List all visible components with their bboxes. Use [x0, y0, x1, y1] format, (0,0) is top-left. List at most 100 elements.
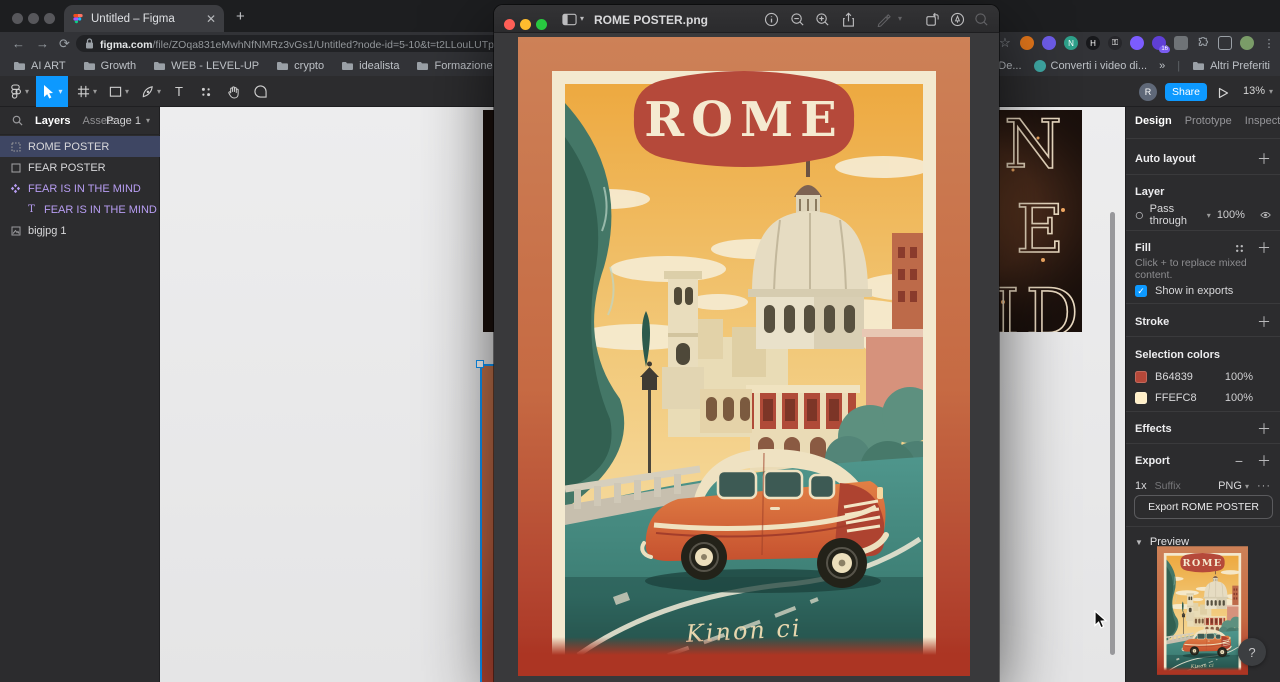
color-hex: FFEFC8	[1155, 392, 1197, 404]
frame-icon	[77, 85, 90, 98]
browser-tab[interactable]: Untitled – Figma ✕	[64, 5, 224, 32]
text-tool[interactable]: T	[168, 76, 190, 107]
export-add-icon[interactable]: ＋	[1257, 451, 1271, 471]
bookmark-item[interactable]: Converti i video di...	[1034, 60, 1148, 72]
selection-color-row[interactable]: B64839100%	[1126, 366, 1280, 387]
selection-color-row[interactable]: FFEFC8100%	[1126, 387, 1280, 408]
dark-h-icon[interactable]: H	[1086, 36, 1100, 50]
bookmark-item[interactable]: Growth	[83, 60, 136, 72]
purple-badge-icon[interactable]: 16	[1152, 36, 1166, 50]
bookmarks-folder[interactable]: Altri Preferiti	[1192, 60, 1270, 72]
forward-icon[interactable]: →	[36, 36, 49, 51]
back-icon[interactable]: ←	[12, 36, 25, 51]
blend-mode-dropdown[interactable]: Pass through	[1150, 203, 1201, 227]
export-format-dropdown[interactable]: PNG ▾	[1218, 480, 1249, 492]
purple-wallet-icon[interactable]	[1042, 36, 1056, 50]
color-swatch[interactable]	[1135, 392, 1147, 404]
bookmark-star-icon[interactable]: ☆	[998, 36, 1012, 50]
resources-tool[interactable]	[194, 76, 218, 107]
comment-tool[interactable]	[248, 76, 272, 107]
export-suffix-input[interactable]	[1155, 480, 1207, 492]
bookmark-item[interactable]: crypto	[276, 60, 324, 72]
share-button[interactable]: Share	[1165, 83, 1207, 101]
visibility-eye-icon[interactable]	[1260, 210, 1271, 220]
color-swatch[interactable]	[1135, 371, 1147, 383]
canvas-scrollbar[interactable]	[1110, 212, 1115, 655]
markup-toolbar-icon[interactable]	[950, 12, 965, 27]
tab-close-icon[interactable]: ✕	[206, 13, 216, 25]
export-more-icon[interactable]: ···	[1257, 480, 1271, 492]
preview-close-button[interactable]	[504, 19, 515, 30]
frame-tool[interactable]: ▾	[72, 76, 102, 107]
tab-inspect[interactable]: Inspect	[1245, 115, 1280, 127]
styles-icon[interactable]	[1234, 243, 1245, 254]
tab-design[interactable]: Design	[1135, 115, 1172, 127]
window-minimize-button[interactable]	[28, 13, 39, 24]
color-hex: B64839	[1155, 371, 1193, 383]
blend-mode-icon[interactable]	[1135, 210, 1144, 221]
preview-collapse-icon[interactable]: ▼	[1135, 538, 1143, 547]
page-selector[interactable]: Page 1▾	[106, 115, 150, 127]
extensions-puzzle-icon[interactable]	[1196, 36, 1210, 50]
layer-row[interactable]: FEAR POSTER	[0, 157, 160, 178]
zoom-level-dropdown[interactable]: 13%▾	[1243, 85, 1273, 97]
bookmark-item[interactable]: WEB - LEVEL-UP	[153, 60, 259, 72]
window-fullscreen-button[interactable]	[44, 13, 55, 24]
metamask-fox-icon[interactable]	[1020, 36, 1034, 50]
bookmark-item[interactable]: AI ART	[13, 60, 66, 72]
window-close-button[interactable]	[12, 13, 23, 24]
export-scale-dropdown[interactable]: 1x	[1135, 480, 1147, 492]
bookmarks-overflow-icon[interactable]: »	[1159, 60, 1165, 72]
layer-row[interactable]: bigjpg 1	[0, 220, 160, 241]
stroke-add-icon[interactable]: ＋	[1257, 312, 1271, 332]
export-remove-icon[interactable]: −	[1235, 453, 1243, 469]
selection-handle[interactable]	[476, 360, 484, 368]
video-tool-icon[interactable]	[1174, 36, 1188, 50]
layer-row[interactable]: ROME POSTER	[0, 136, 160, 157]
zoom-in-icon[interactable]	[815, 12, 830, 27]
share-icon[interactable]	[841, 12, 856, 28]
rotate-icon[interactable]	[925, 12, 940, 27]
browser-menu-icon[interactable]: ⋮	[1262, 36, 1276, 50]
effects-add-icon[interactable]: ＋	[1257, 419, 1271, 439]
markup-pencil-icon[interactable]	[876, 12, 891, 27]
search-icon[interactable]	[974, 12, 989, 27]
pen-tool[interactable]: ▾	[136, 76, 166, 107]
tab-prototype[interactable]: Prototype	[1185, 115, 1232, 127]
preview-minimize-button[interactable]	[520, 19, 531, 30]
tab-layers[interactable]: Layers	[35, 115, 70, 127]
profile-avatar[interactable]	[1240, 36, 1254, 50]
preview-zoom-button[interactable]	[536, 19, 547, 30]
search-icon[interactable]	[12, 115, 23, 126]
layer-opacity[interactable]: 100%	[1217, 209, 1245, 221]
sidebar-toggle-icon[interactable]	[562, 13, 577, 26]
auto-layout-add-icon[interactable]: ＋	[1257, 149, 1271, 169]
shape-tool[interactable]: ▾	[104, 76, 134, 107]
present-button[interactable]	[1218, 87, 1229, 99]
reload-icon[interactable]: ⟳	[59, 36, 70, 51]
layer-row[interactable]: FEAR IS IN THE MIND	[0, 178, 160, 199]
markup-chevron-icon[interactable]: ▾	[898, 14, 902, 23]
preview-titlebar[interactable]: ▾ ROME POSTER.png ▾	[494, 5, 999, 33]
purple-round-icon[interactable]	[1130, 36, 1144, 50]
bookmarks-separator: |	[1177, 60, 1180, 72]
hand-tool[interactable]	[221, 76, 245, 107]
password-key-icon[interactable]: ⚿	[1108, 36, 1122, 50]
sidebar-chevron-icon[interactable]: ▾	[580, 14, 584, 23]
new-tab-button[interactable]: +	[236, 8, 245, 25]
layer-row[interactable]: TFEAR IS IN THE MIND	[0, 199, 160, 220]
export-button[interactable]: Export ROME POSTER	[1134, 495, 1273, 519]
sidebar-toggle-icon[interactable]	[1218, 36, 1232, 50]
help-button[interactable]: ?	[1238, 638, 1266, 666]
bookmark-label: Altri Preferiti	[1210, 60, 1270, 72]
info-icon[interactable]	[764, 12, 779, 27]
fill-add-icon[interactable]: ＋	[1257, 238, 1271, 258]
figma-main-menu[interactable]: ▾	[6, 76, 34, 107]
move-tool[interactable]: ▾	[36, 76, 68, 107]
zoom-out-icon[interactable]	[790, 12, 805, 27]
teal-n-icon[interactable]: N	[1064, 36, 1078, 50]
bookmark-item[interactable]: Formazione	[416, 60, 492, 72]
bookmark-item[interactable]: idealista	[341, 60, 399, 72]
show-in-exports-checkbox[interactable]: ✓	[1135, 285, 1147, 297]
user-avatar[interactable]: R	[1139, 83, 1157, 101]
